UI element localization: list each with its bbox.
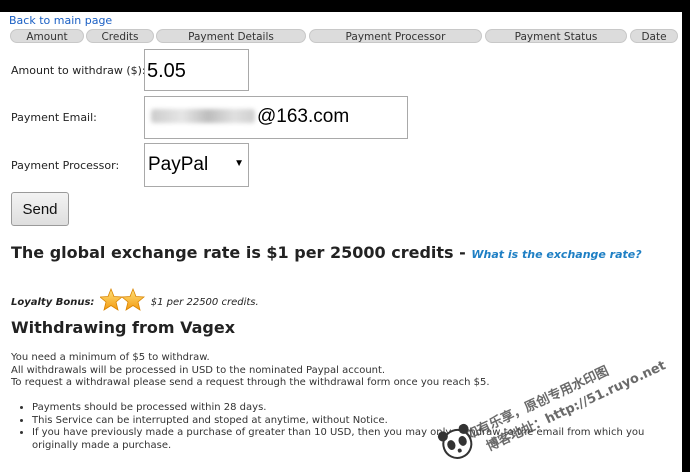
amount-input[interactable]: 5.05 — [144, 49, 249, 91]
withdraw-line: All withdrawals will be processed in USD… — [11, 364, 386, 376]
withdraw-heading: Withdrawing from Vagex — [11, 318, 236, 337]
tab-payment-status[interactable]: Payment Status — [485, 29, 627, 43]
exchange-rate-label: The global exchange rate is $1 per 25000… — [11, 243, 472, 262]
loyalty-label: Loyalty Bonus: — [11, 297, 95, 308]
back-to-main-link[interactable]: Back to main page — [9, 14, 112, 27]
amount-label: Amount to withdraw ($): — [11, 64, 146, 77]
tab-payment-processor[interactable]: Payment Processor — [309, 29, 482, 43]
tab-payment-details[interactable]: Payment Details — [156, 29, 306, 43]
tab-credits[interactable]: Credits — [86, 29, 154, 43]
loyalty-bonus: Loyalty Bonus: $1 per 22500 credits. — [11, 287, 259, 312]
tab-date[interactable]: Date — [630, 29, 678, 43]
withdraw-info: You need a minimum of $5 to withdraw. Al… — [11, 352, 490, 390]
list-item: If you have previously made a purchase o… — [32, 427, 682, 452]
exchange-rate-text: The global exchange rate is $1 per 25000… — [11, 243, 642, 262]
star-icon — [98, 287, 145, 311]
amount-value: 5.05 — [147, 60, 186, 82]
send-button[interactable]: Send — [11, 192, 69, 226]
withdraw-line: You need a minimum of $5 to withdraw. — [11, 352, 210, 363]
processor-label: Payment Processor: — [11, 159, 120, 172]
email-label: Payment Email: — [11, 111, 97, 124]
email-redacted-mask — [151, 109, 255, 123]
list-item: This Service can be interrupted and stop… — [32, 415, 682, 428]
page-frame: Back to main page Amount Credits Payment… — [0, 12, 682, 472]
processor-value: PayPal — [148, 154, 209, 175]
email-input[interactable]: @163.com — [144, 96, 408, 139]
chevron-down-icon: ▼ — [234, 158, 244, 169]
email-value: @163.com — [257, 106, 350, 127]
exchange-rate-link[interactable]: What is the exchange rate? — [471, 248, 641, 261]
tab-amount[interactable]: Amount — [10, 29, 84, 43]
loyalty-rate: $1 per 22500 credits. — [150, 297, 259, 308]
processor-select[interactable]: PayPal ▼ — [144, 143, 249, 187]
withdraw-line: To request a withdrawal please send a re… — [11, 377, 490, 388]
